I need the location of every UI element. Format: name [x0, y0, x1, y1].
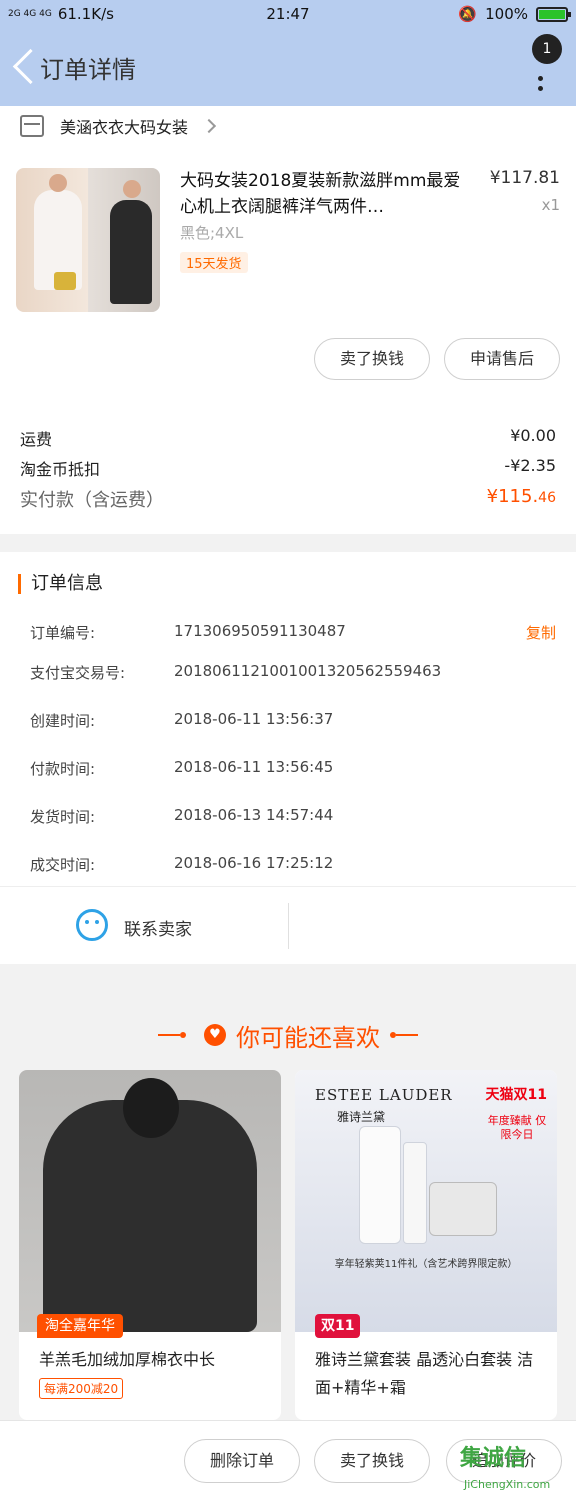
- watermark: 集诚信 JiChengXin.com: [460, 1440, 570, 1496]
- info-value: 171306950591130487: [174, 622, 346, 640]
- coin-row: 淘金币抵扣 -¥2.35: [20, 456, 556, 480]
- fees-section: 运费 ¥0.00 淘金币抵扣 -¥2.35 实付款（含运费） ¥115.46: [0, 408, 576, 534]
- limited-badge: 年度臻献 仅限今日: [487, 1114, 547, 1141]
- decor-dot: [180, 1032, 186, 1038]
- card-title: 羊羔毛加绒加厚棉衣中长: [39, 1350, 216, 1369]
- decor-line: [396, 1034, 418, 1036]
- info-key: 创建时间:: [30, 712, 96, 730]
- recommend-card[interactable]: ESTEE LAUDER 雅诗兰黛 天猫双11 年度臻献 仅限今日 享年轻紫荚1…: [295, 1070, 557, 1420]
- status-right: 🔕 100%: [458, 5, 571, 23]
- info-value: 2018-06-16 17:25:12: [174, 854, 334, 872]
- watermark-logo: 集诚信: [460, 1446, 527, 1471]
- info-row-order-no: 订单编号: 171306950591130487: [30, 622, 556, 643]
- battery-percent: 100%: [485, 5, 528, 23]
- decor-line: [158, 1034, 180, 1036]
- product-card: 大码女装2018夏装新款滋胖mm最爱心机上衣阔腿裤洋气两件… ¥117.81 x…: [0, 146, 576, 408]
- total-row: 实付款（含运费） ¥115.46: [20, 486, 556, 512]
- product-spec: 黑色;4XL: [180, 224, 244, 242]
- shipping-label: 运费: [20, 430, 53, 449]
- info-key: 发货时间:: [30, 808, 96, 826]
- contact-seller-button[interactable]: 联系卖家: [124, 915, 192, 940]
- model-head: [123, 180, 141, 198]
- model-head: [123, 1078, 179, 1138]
- total-cents: 46: [538, 490, 556, 506]
- promo-ribbon: 淘全嘉年华: [37, 1314, 123, 1338]
- model-black-outfit: [110, 200, 152, 304]
- info-key: 支付宝交易号:: [30, 664, 126, 682]
- shop-name: 美涵衣衣大码女装: [60, 118, 189, 137]
- coin-label: 淘金币抵扣: [20, 460, 101, 479]
- shipping-value: ¥0.00: [510, 426, 556, 445]
- total-value: ¥115.46: [487, 486, 556, 512]
- product-price: ¥117.81: [489, 168, 560, 188]
- contact-seller-row: 联系卖家: [0, 886, 576, 964]
- recommend-header: ♥ 你可能还喜欢: [0, 1010, 576, 1060]
- menu-dot: [537, 76, 543, 81]
- info-value: 2018-06-11 13:56:45: [174, 758, 334, 776]
- info-key: 成交时间:: [30, 856, 96, 874]
- info-row-completed: 成交时间: 2018-06-16 17:25:12: [30, 854, 556, 875]
- product-title[interactable]: 大码女装2018夏装新款滋胖mm最爱心机上衣阔腿裤洋气两件…: [180, 168, 472, 220]
- info-row-alipay-no: 支付宝交易号: 2018061121001001320562559463: [30, 662, 556, 683]
- chat-icon[interactable]: [76, 909, 108, 941]
- menu-dot: [537, 86, 543, 91]
- info-value: 2018061121001001320562559463: [174, 662, 442, 680]
- notification-badge[interactable]: 1: [532, 34, 562, 64]
- product-qty: x1: [541, 196, 560, 214]
- divider: [288, 903, 289, 949]
- info-key: 订单编号:: [30, 624, 96, 642]
- coat-image: [19, 1070, 281, 1332]
- double11-ribbon: 双11: [315, 1314, 361, 1338]
- heart-icon: ♥: [204, 1024, 226, 1046]
- recommend-title: 你可能还喜欢: [236, 1023, 380, 1052]
- battery-fill: [539, 9, 565, 19]
- bell-mute-icon: 🔕: [458, 5, 478, 23]
- ship-tag: 15天发货: [180, 252, 248, 273]
- watermark-url: JiChengXin.com: [464, 1478, 551, 1491]
- delete-order-button[interactable]: 删除订单: [184, 1439, 300, 1483]
- info-row-paid: 付款时间: 2018-06-11 13:56:45: [30, 758, 556, 779]
- order-info-title: 订单信息: [18, 574, 103, 594]
- shipping-row: 运费 ¥0.00: [20, 426, 556, 450]
- card-title: 雅诗兰黛套装 晶透沁白套装 洁面+精华+霜: [315, 1350, 534, 1397]
- info-value: 2018-06-13 14:57:44: [174, 806, 334, 824]
- info-value: 2018-06-11 13:56:37: [174, 710, 334, 728]
- chevron-right-icon: [201, 118, 217, 134]
- skincare-image: ESTEE LAUDER 雅诗兰黛 天猫双11 年度臻献 仅限今日 享年轻紫荚1…: [295, 1070, 557, 1332]
- app-header: 订单详情 1: [0, 28, 576, 106]
- yellow-bag: [54, 272, 76, 290]
- sell-button[interactable]: 卖了换钱: [314, 338, 430, 380]
- product-jar: [429, 1182, 497, 1236]
- tmall-logo: 天猫双11: [485, 1087, 547, 1103]
- total-label: 实付款（含运费）: [20, 490, 164, 511]
- brand-name: ESTEE LAUDER: [315, 1086, 453, 1104]
- promo-text: 享年轻紫荚11件礼（含艺术跨界限定款）: [334, 1259, 518, 1270]
- info-key: 付款时间:: [30, 760, 96, 778]
- model-head: [49, 174, 67, 192]
- page-title: 订单详情: [40, 56, 136, 84]
- product-thumbnail[interactable]: [16, 168, 160, 312]
- sell-button[interactable]: 卖了换钱: [314, 1439, 430, 1483]
- brand-name-cn: 雅诗兰黛: [337, 1110, 386, 1124]
- back-icon[interactable]: [10, 46, 40, 86]
- after-sale-button[interactable]: 申请售后: [444, 338, 560, 380]
- shop-row[interactable]: 美涵衣衣大码女装: [0, 106, 576, 146]
- coin-value: -¥2.35: [504, 456, 556, 475]
- total-main: ¥115.: [486, 486, 539, 507]
- recommend-card[interactable]: 淘全嘉年华 羊羔毛加绒加厚棉衣中长 每满200减20: [19, 1070, 281, 1420]
- order-info-section: 订单信息 订单编号: 171306950591130487 复制 支付宝交易号:…: [0, 552, 576, 886]
- battery-icon: [536, 6, 571, 22]
- shop-icon: [20, 115, 44, 137]
- copy-button[interactable]: 复制: [526, 622, 556, 643]
- product-bottle: [403, 1142, 427, 1244]
- product-tube: [359, 1126, 401, 1244]
- discount-chip: 每满200减20: [39, 1378, 124, 1399]
- info-row-created: 创建时间: 2018-06-11 13:56:37: [30, 710, 556, 731]
- info-row-shipped: 发货时间: 2018-06-13 14:57:44: [30, 806, 556, 827]
- status-bar: 2G 4G 4G 61.1K/s 21:47 🔕 100%: [0, 0, 576, 28]
